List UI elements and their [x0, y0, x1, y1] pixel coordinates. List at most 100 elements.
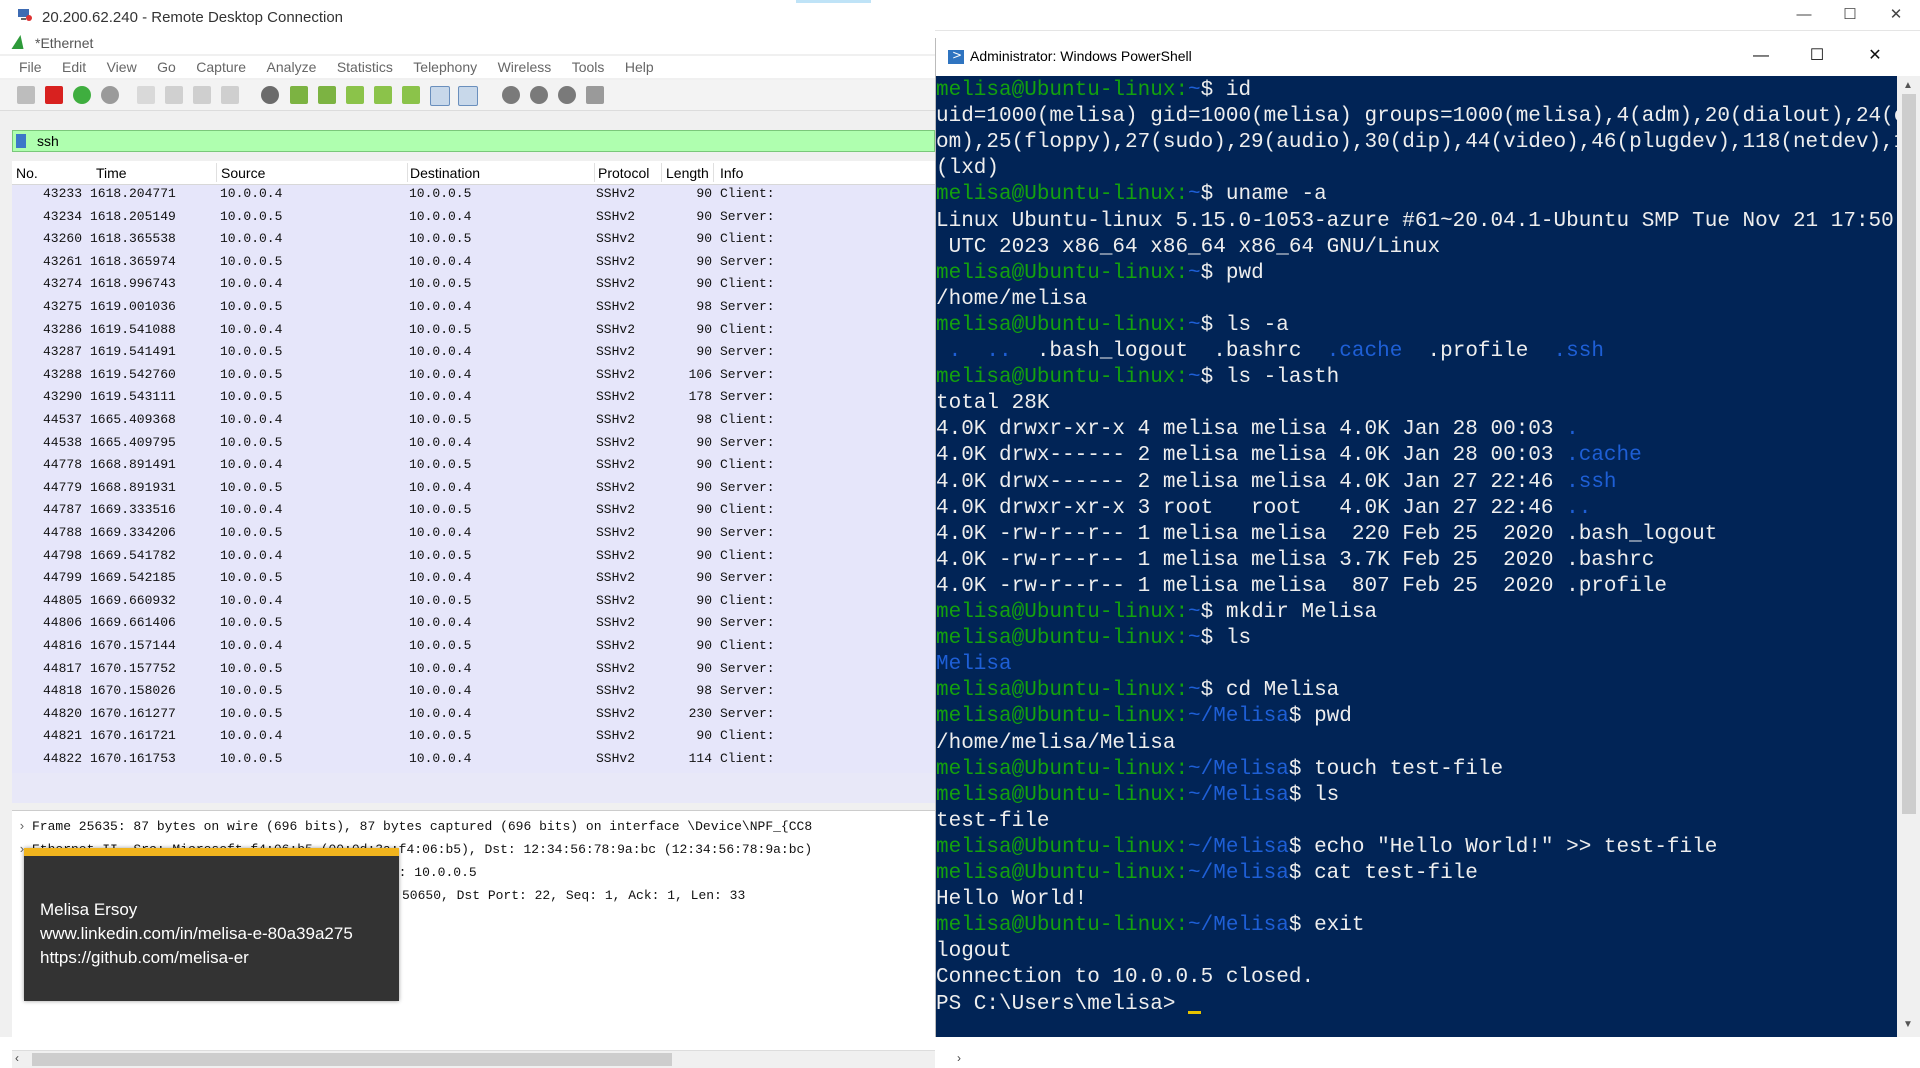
close-file-icon[interactable] [193, 86, 211, 104]
detail-frame[interactable]: Frame 25635: 87 bytes on wire (696 bits)… [32, 819, 812, 834]
cell-protocol: SSHv2 [596, 502, 636, 518]
col-source[interactable]: Source [221, 165, 265, 181]
terminal-line: test-file [936, 809, 1049, 835]
menu-statistics[interactable]: Statistics [337, 56, 393, 75]
zoom-in-icon[interactable] [502, 86, 520, 104]
cell-protocol: SSHv2 [596, 728, 636, 744]
restart-capture-icon[interactable] [73, 86, 91, 104]
cell-info: Server: [720, 253, 775, 269]
cell-destination: 10.0.0.4 [409, 615, 472, 631]
go-forward-icon[interactable] [318, 86, 336, 104]
col-protocol[interactable]: Protocol [598, 165, 649, 181]
vertical-scrollbar[interactable]: ▲ ▼ [1897, 76, 1920, 1037]
open-file-icon[interactable] [137, 86, 155, 104]
cell-source: 10.0.0.5 [220, 751, 283, 766]
table-row[interactable]: 44805 1669.660932 10.0.0.4 10.0.0.5 SSHv2 90 C… [12, 591, 935, 615]
display-filter-input[interactable] [37, 132, 917, 150]
menu-capture[interactable]: Capture [196, 56, 246, 75]
scroll-right-icon[interactable]: › [957, 1051, 961, 1065]
rdp-close-button[interactable]: ✕ [1873, 0, 1919, 30]
ps-minimize-button[interactable]: — [1733, 38, 1789, 76]
menu-analyze[interactable]: Analyze [267, 56, 317, 75]
table-row[interactable]: 44779 1668.891931 10.0.0.5 10.0.0.4 SSHv2 90 S… [12, 478, 935, 502]
autoscroll-icon[interactable] [430, 86, 450, 106]
table-row[interactable]: 43260 1618.365538 10.0.0.4 10.0.0.5 SSHv2 90 C… [12, 230, 935, 253]
terminal-line: 4.0K -rw-r--r-- 1 melisa melisa 3.7K Feb… [936, 548, 1654, 574]
scroll-up-icon[interactable]: ▲ [1903, 80, 1913, 91]
col-info[interactable]: Info [720, 165, 743, 181]
capture-options-icon[interactable] [101, 86, 119, 104]
ps-maximize-button[interactable]: ☐ [1789, 38, 1845, 76]
menu-telephony[interactable]: Telephony [413, 56, 477, 75]
table-row[interactable]: 44537 1665.409368 10.0.0.4 10.0.0.5 SSHv2 98 C… [12, 411, 935, 434]
table-row[interactable]: 43275 1619.001036 10.0.0.5 10.0.0.4 SSHv2 98 S… [12, 298, 935, 321]
table-row[interactable]: 44538 1665.409795 10.0.0.5 10.0.0.4 SSHv2 90 S… [12, 433, 935, 457]
terminal-line: melisa@Ubuntu-linux:~/Melisa$ pwd [936, 704, 1352, 730]
table-row[interactable]: 44798 1669.541782 10.0.0.4 10.0.0.5 SSHv2 90 C… [12, 546, 935, 570]
terminal-text: PS C:\Users\melisa> [936, 992, 1189, 1016]
go-to-packet-icon[interactable] [346, 86, 364, 104]
expand-chevron-icon[interactable]: › [18, 819, 26, 834]
table-row[interactable]: 43234 1618.205149 10.0.0.5 10.0.0.4 SSHv2 90 S… [12, 207, 935, 231]
first-packet-icon[interactable] [374, 86, 392, 104]
scroll-down-icon[interactable]: ▼ [1903, 1019, 1913, 1030]
table-row[interactable]: 44788 1669.334206 10.0.0.5 10.0.0.4 SSHv2 90 S… [12, 524, 935, 547]
resize-columns-icon[interactable] [586, 86, 604, 104]
normal-size-icon[interactable] [558, 86, 576, 104]
table-row[interactable]: 43290 1619.543111 10.0.0.5 10.0.0.4 SSHv2 178… [12, 388, 935, 411]
table-row[interactable]: 43286 1619.541088 10.0.0.4 10.0.0.5 SSHv2 90 C… [12, 320, 935, 344]
cell-length: 90 [696, 479, 712, 495]
table-row[interactable]: 43274 1618.996743 10.0.0.4 10.0.0.5 SSHv2 90 C… [12, 275, 935, 298]
menu-view[interactable]: View [107, 56, 137, 75]
find-packet-icon[interactable] [261, 86, 279, 104]
table-row[interactable]: 44816 1670.157144 10.0.0.4 10.0.0.5 SSHv2 90 C… [12, 637, 935, 660]
terminal-line: uid=1000(melisa) gid=1000(melisa) groups… [936, 104, 1897, 130]
scrollbar-thumb[interactable] [1902, 94, 1916, 814]
last-packet-icon[interactable] [402, 86, 420, 104]
scrollbar-thumb[interactable] [32, 1053, 672, 1066]
detail-tcp[interactable]: 50650, Dst Port: 22, Seq: 1, Ack: 1, Len… [402, 888, 745, 903]
col-no[interactable]: No. [16, 165, 38, 181]
table-row[interactable]: 44787 1669.333516 10.0.0.4 10.0.0.5 SSHv2 90 C… [12, 501, 935, 524]
reload-file-icon[interactable] [221, 86, 239, 104]
col-time[interactable]: Time [96, 165, 127, 181]
start-capture-icon[interactable] [17, 86, 35, 104]
terminal-text: om),25(floppy),27(sudo),29(audio),30(dip… [936, 131, 1897, 155]
menu-edit[interactable]: Edit [62, 56, 86, 75]
menu-help[interactable]: Help [625, 56, 654, 75]
save-file-icon[interactable] [165, 86, 183, 104]
table-row[interactable]: 43233 1618.204771 10.0.0.4 10.0.0.5 SSHv2 90 C… [12, 185, 935, 208]
table-row[interactable]: 43288 1619.542760 10.0.0.5 10.0.0.4 SSHv2 106… [12, 365, 935, 389]
scroll-left-icon[interactable]: ‹ [15, 1051, 19, 1065]
wireshark-title: *Ethernet [35, 35, 94, 51]
rdp-minimize-button[interactable]: — [1781, 0, 1827, 30]
table-row[interactable]: 44821 1670.161721 10.0.0.4 10.0.0.5 SSHv2 90 C… [12, 727, 935, 750]
menu-tools[interactable]: Tools [572, 56, 605, 75]
table-row[interactable]: 44818 1670.158026 10.0.0.5 10.0.0.4 SSHv2 98 S… [12, 682, 935, 705]
cell-time: 1665.409368 [90, 412, 176, 427]
stop-capture-icon[interactable] [45, 86, 63, 104]
cell-info: Client: [720, 186, 775, 201]
colorize-icon[interactable] [458, 86, 478, 106]
terminal-console[interactable]: melisa@Ubuntu-linux:~$ id uid=1000(melisa… [936, 76, 1897, 1037]
horizontal-scrollbar[interactable]: ‹ › [12, 1050, 961, 1068]
ps-close-button[interactable]: ✕ [1847, 38, 1903, 76]
table-row[interactable]: 44799 1669.542185 10.0.0.5 10.0.0.4 SSHv2 90 S… [12, 569, 935, 592]
table-row[interactable]: 43261 1618.365974 10.0.0.5 10.0.0.4 SSHv2 90 S… [12, 252, 935, 276]
table-row[interactable]: 44817 1670.157752 10.0.0.5 10.0.0.4 SSHv2 90 S… [12, 659, 935, 683]
menu-file[interactable]: File [19, 56, 42, 75]
table-row[interactable]: 44822 1670.161753 10.0.0.5 10.0.0.4 SSHv2 114… [12, 750, 935, 773]
bookmark-icon[interactable] [16, 134, 26, 148]
zoom-out-icon[interactable] [530, 86, 548, 104]
go-back-icon[interactable] [290, 86, 308, 104]
col-destination[interactable]: Destination [410, 165, 480, 181]
rdp-maximize-button[interactable]: ☐ [1827, 0, 1873, 30]
table-row[interactable]: 43287 1619.541491 10.0.0.5 10.0.0.4 SSHv2 90 S… [12, 343, 935, 366]
table-row[interactable]: 44820 1670.161277 10.0.0.5 10.0.0.4 SSHv2 230… [12, 704, 935, 728]
table-row[interactable]: 44778 1668.891491 10.0.0.4 10.0.0.5 SSHv2 90 C… [12, 456, 935, 479]
col-length[interactable]: Length [666, 165, 709, 181]
table-row[interactable]: 44806 1669.661406 10.0.0.5 10.0.0.4 SSHv2 90 S… [12, 614, 935, 637]
menu-go[interactable]: Go [157, 56, 176, 75]
cell-info: Client: [720, 751, 775, 766]
menu-wireless[interactable]: Wireless [498, 56, 552, 75]
